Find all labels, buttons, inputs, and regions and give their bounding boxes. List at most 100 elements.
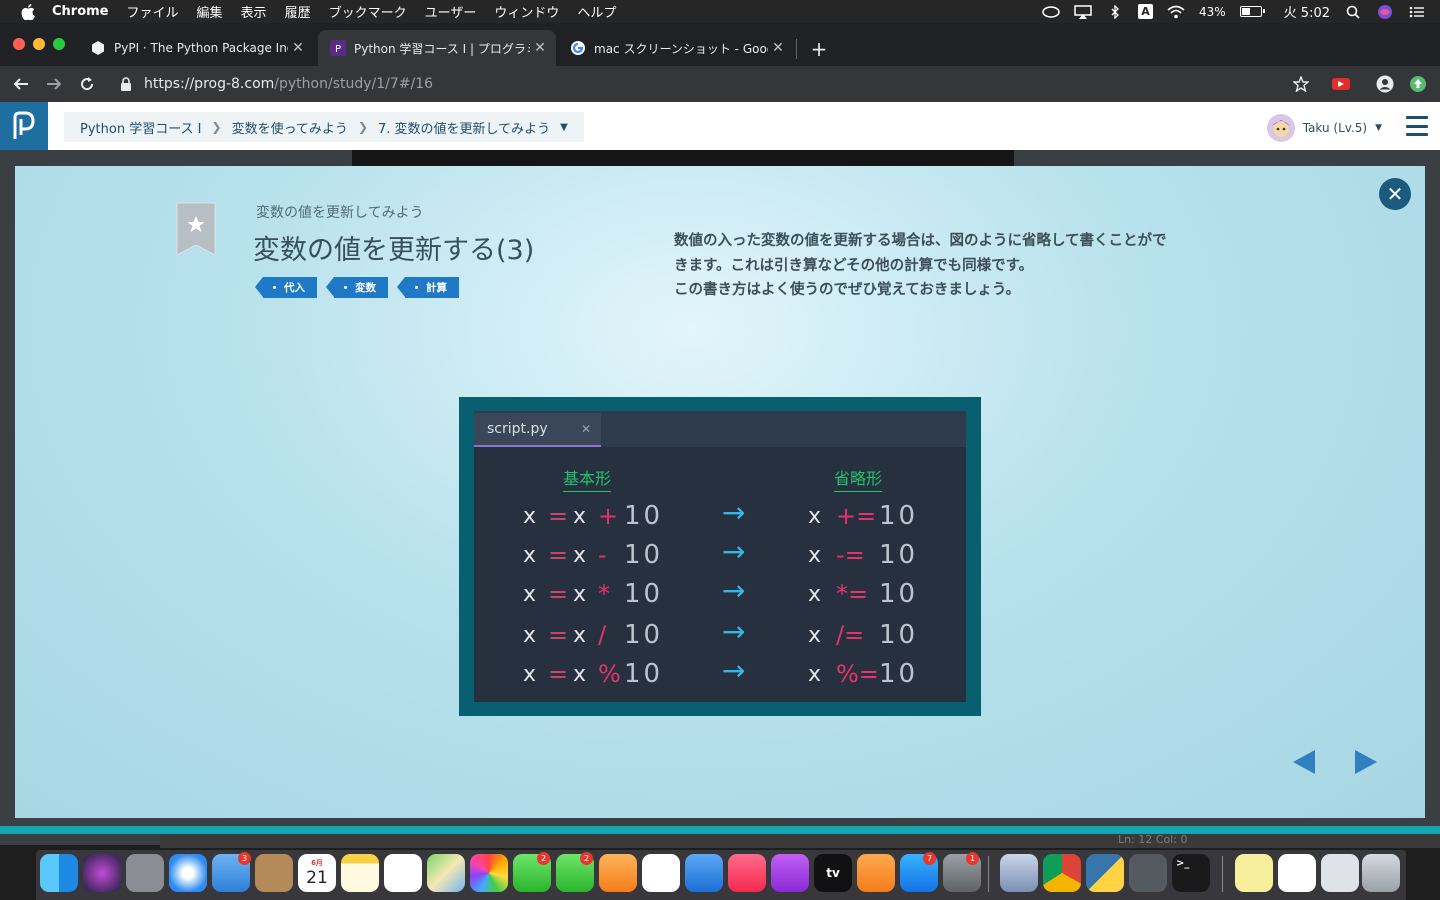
reminders-icon[interactable] (384, 854, 422, 892)
progate-logo-icon[interactable] (0, 102, 48, 150)
code-variable: x (523, 503, 537, 529)
stickies-doc-icon[interactable] (1235, 854, 1273, 892)
bluetooth-icon[interactable] (1106, 4, 1124, 19)
battery-icon[interactable] (1239, 6, 1265, 17)
chrome-icon[interactable] (1043, 854, 1081, 892)
clock[interactable]: 火 5:02 (1284, 2, 1330, 21)
rocket-icon[interactable] (1129, 854, 1167, 892)
next-slide-button[interactable] (1355, 750, 1377, 774)
numbers-icon[interactable] (642, 854, 680, 892)
tab-google[interactable]: mac スクリーンショット - Google 検索 ✕ (558, 30, 794, 66)
photos-icon[interactable] (470, 854, 508, 892)
menu-help[interactable]: ヘルプ (577, 2, 616, 21)
code-variable: x (808, 581, 822, 607)
tag-dot-icon (344, 286, 347, 289)
spotlight-icon[interactable] (1344, 5, 1362, 19)
editor-file-name: script.py (487, 421, 548, 437)
menu-bookmarks[interactable]: ブックマーク (329, 2, 407, 21)
code-variable: x (523, 661, 537, 687)
finder-icon[interactable] (40, 854, 78, 892)
tag-variable[interactable]: 変数 (326, 277, 388, 298)
siri-icon[interactable] (1376, 4, 1394, 19)
menu-view[interactable]: 表示 (241, 2, 267, 21)
screenshot-folder-icon[interactable] (1321, 854, 1359, 892)
menu-edit[interactable]: 編集 (197, 2, 223, 21)
safari-icon[interactable] (169, 854, 207, 892)
creative-cloud-icon[interactable] (1042, 5, 1060, 19)
forward-button[interactable] (43, 73, 65, 95)
terminal-icon[interactable]: >_ (1172, 854, 1210, 892)
python-launcher-icon[interactable] (1086, 854, 1124, 892)
music-icon[interactable] (728, 854, 766, 892)
zoom-window-button[interactable] (53, 38, 65, 50)
new-tab-button[interactable]: + (808, 37, 830, 61)
code-equals: = (548, 580, 569, 608)
description-line: 数値の入った変数の値を更新する場合は、図のように省略して書くことがで (674, 233, 1167, 249)
address-bar: https://prog-8.com/python/study/1/7#/16 (0, 66, 1440, 102)
tag-assignment[interactable]: 代入 (255, 277, 317, 298)
update-icon[interactable] (1407, 73, 1429, 95)
user-menu[interactable]: Taku (Lv.5) ▼ (1266, 114, 1382, 142)
menu-file[interactable]: ファイル (127, 2, 179, 21)
airplay-icon[interactable] (1074, 4, 1092, 19)
menu-user[interactable]: ユーザー (425, 2, 477, 21)
close-tab-icon[interactable]: ✕ (768, 40, 788, 56)
tag-calculation[interactable]: 計算 (397, 277, 459, 298)
back-button[interactable] (10, 73, 32, 95)
bookmark-star-icon[interactable] (1290, 73, 1312, 95)
preview-icon[interactable] (1000, 854, 1038, 892)
code-variable: x (573, 622, 587, 648)
reload-button[interactable] (76, 73, 98, 95)
breadcrumb-chapter[interactable]: 変数を使ってみよう (232, 118, 348, 137)
siri-icon[interactable] (83, 854, 121, 892)
wifi-icon[interactable] (1167, 5, 1185, 19)
chevron-down-icon[interactable]: ▼ (560, 122, 568, 133)
code-operator: + (598, 502, 619, 530)
minimize-window-button[interactable] (33, 38, 45, 50)
menu-window[interactable]: ウィンドウ (494, 2, 559, 21)
trash-icon[interactable] (1362, 854, 1400, 892)
slide-title: 変数の値を更新する(3) (253, 235, 535, 266)
notification-center-icon[interactable] (1408, 5, 1426, 19)
close-tab-icon[interactable]: ✕ (530, 40, 550, 56)
tv-icon[interactable]: tv (814, 854, 852, 892)
google-favicon-icon (570, 40, 586, 56)
document-icon[interactable] (1278, 854, 1316, 892)
page-bottom-bar (0, 826, 1440, 834)
books-icon[interactable] (857, 854, 895, 892)
lock-icon[interactable] (120, 77, 132, 91)
calendar-icon[interactable]: 6月 21 (298, 854, 336, 892)
contacts-icon[interactable] (255, 854, 293, 892)
url-field[interactable]: https://prog-8.com/python/study/1/7#/16 (108, 70, 1328, 98)
facetime-badge: 2 (580, 852, 593, 865)
tab-progate[interactable]: P Python 学習コース I | プログラミング ✕ (318, 30, 556, 66)
bookmark-star-icon[interactable] (176, 202, 216, 256)
slide-description: 数値の入った変数の値を更新する場合は、図のように省略して書くことがで きます。こ… (674, 229, 1234, 303)
tab-title: PyPI · The Python Package Index (114, 41, 288, 55)
pages-icon[interactable] (599, 854, 637, 892)
input-method-icon[interactable]: A (1138, 4, 1153, 19)
code-number: 10 (624, 579, 664, 609)
podcasts-icon[interactable] (771, 854, 809, 892)
close-icon[interactable]: ✕ (1379, 178, 1411, 210)
close-tab-icon[interactable]: ✕ (288, 40, 308, 56)
menu-history[interactable]: 履歴 (285, 2, 311, 21)
previous-slide-button[interactable] (1293, 750, 1315, 774)
breadcrumb-course[interactable]: Python 学習コース I (80, 118, 202, 137)
keynote-icon[interactable] (685, 854, 723, 892)
profile-icon[interactable] (1374, 73, 1396, 95)
code-equals: = (548, 621, 569, 649)
maps-icon[interactable] (427, 854, 465, 892)
apple-icon[interactable] (18, 2, 38, 22)
code-operator: / (598, 621, 607, 649)
close-window-button[interactable] (13, 38, 25, 50)
progate-favicon-icon: P (330, 40, 346, 56)
description-line: きます。これは引き算などその他の計算でも同様です。 (674, 257, 1034, 274)
breadcrumb-lesson[interactable]: 7. 変数の値を更新してみよう (378, 118, 550, 137)
tab-pypi[interactable]: PyPI · The Python Package Index ✕ (78, 30, 314, 66)
extension-video-icon[interactable] (1330, 73, 1352, 95)
app-name[interactable]: Chrome (52, 4, 109, 19)
notes-icon[interactable] (341, 854, 379, 892)
launchpad-icon[interactable] (126, 854, 164, 892)
hamburger-menu-icon[interactable] (1406, 116, 1428, 136)
